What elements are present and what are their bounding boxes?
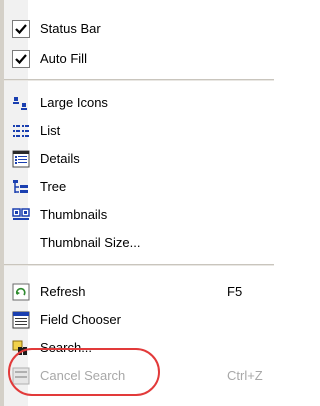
menu-item-list[interactable]: List: [4, 118, 274, 144]
checkbox-checked-icon: [12, 50, 30, 68]
menu-item-label: Auto Fill: [40, 51, 87, 66]
list-view-icon: [12, 122, 30, 140]
menu-item-label: Tree: [40, 179, 67, 194]
checkbox-checked-icon: [12, 20, 30, 38]
menu-item-label: Thumbnails: [40, 207, 108, 222]
menu-item-tree[interactable]: Tree: [4, 174, 274, 200]
thumbnails-icon: [12, 206, 30, 224]
view-context-menu: Status Bar Auto Fill Large Icons List De…: [0, 0, 277, 406]
menu-item-status-bar[interactable]: Status Bar: [4, 16, 274, 42]
menu-item-label: Large Icons: [40, 95, 108, 110]
search-highlight-annotation: [8, 348, 160, 396]
menu-item-label: Refresh: [40, 284, 86, 299]
menu-item-refresh[interactable]: Refresh F5: [4, 279, 274, 305]
field-chooser-icon: [12, 311, 30, 329]
menu-item-label: List: [40, 123, 61, 138]
menu-separator-highlight: [4, 80, 274, 81]
menu-item-thumbnails[interactable]: Thumbnails: [4, 202, 274, 228]
menu-item-label: Details: [40, 151, 80, 166]
details-view-icon: [12, 150, 30, 168]
menu-item-thumbnail-size[interactable]: Thumbnail Size...: [4, 230, 274, 256]
menu-item-label: Status Bar: [40, 21, 101, 36]
menu-separator-highlight: [4, 265, 274, 266]
tree-view-icon: [12, 178, 30, 196]
menu-item-large-icons[interactable]: Large Icons: [4, 90, 274, 116]
menu-item-shortcut: F5: [227, 284, 243, 299]
menu-item-details[interactable]: Details: [4, 146, 274, 172]
menu-item-field-chooser[interactable]: Field Chooser: [4, 307, 274, 333]
menu-item-label: Field Chooser: [40, 312, 121, 327]
menu-item-shortcut: Ctrl+Z: [227, 368, 263, 383]
menu-item-auto-fill[interactable]: Auto Fill: [4, 46, 274, 72]
large-icons-icon: [12, 94, 30, 112]
menu-item-label: Thumbnail Size...: [40, 235, 141, 250]
refresh-icon: [12, 283, 30, 301]
